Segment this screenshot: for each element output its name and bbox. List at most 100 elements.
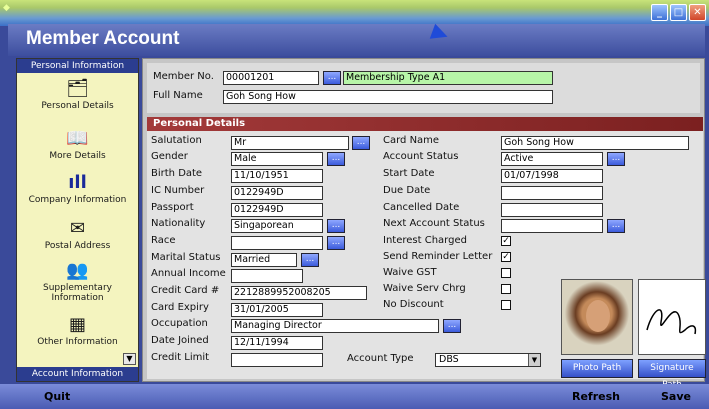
sidebar-header: Personal Information <box>17 59 138 73</box>
full-name-label: Full Name <box>153 90 203 101</box>
cancelled-date-field[interactable] <box>501 203 603 217</box>
next-account-status-label: Next Account Status <box>383 218 485 229</box>
interest-charged-checkbox[interactable]: ✓ <box>501 236 511 246</box>
nationality-field[interactable]: Singaporean <box>231 219 323 233</box>
sidebar-item-personal-details[interactable]: 🗂 Personal Details <box>17 78 138 112</box>
app-icon: ◆ <box>3 3 10 13</box>
main-panel: Member No. 00001201 ... Membership Type … <box>142 58 706 390</box>
date-joined-field[interactable]: 12/11/1994 <box>231 336 323 350</box>
id-card-icon: 🗂 <box>66 78 89 99</box>
salutation-lookup-button[interactable]: ... <box>352 136 370 150</box>
refresh-button[interactable]: Refresh <box>572 390 620 403</box>
start-date-field[interactable]: 01/07/1998 <box>501 169 603 183</box>
sidebar-item-label: Company Information <box>28 195 127 205</box>
account-type-label: Account Type <box>347 353 414 364</box>
sidebar-scroll-down-icon[interactable]: ▼ <box>123 353 136 365</box>
page-title: Member Account <box>26 28 180 49</box>
occupation-lookup-button[interactable]: ... <box>443 319 461 333</box>
occupation-label: Occupation <box>151 318 208 329</box>
nationality-lookup-button[interactable]: ... <box>327 219 345 233</box>
sidebar-item-supplementary-information[interactable]: 👥 Supplementary Information <box>17 260 138 304</box>
birth-date-field[interactable]: 11/10/1951 <box>231 169 323 183</box>
maximize-icon[interactable]: □ <box>670 4 687 21</box>
full-name-field[interactable]: Goh Song How <box>223 90 553 104</box>
sidebar-item-label: Other Information <box>37 337 118 347</box>
card-name-field[interactable]: Goh Song How <box>501 136 689 150</box>
close-icon[interactable]: ✕ <box>689 4 706 21</box>
waive-gst-label: Waive GST <box>383 267 437 278</box>
quit-button[interactable]: Quit <box>44 390 70 403</box>
member-signature <box>638 279 706 355</box>
credit-card-label: Credit Card # <box>151 285 220 296</box>
send-reminder-checkbox[interactable]: ✓ <box>501 252 511 262</box>
sidebar: Personal Information 🗂 Personal Details … <box>16 58 139 382</box>
card-expiry-field[interactable]: 31/01/2005 <box>231 303 323 317</box>
nationality-label: Nationality <box>151 218 206 229</box>
sidebar-item-more-details[interactable]: 📖 More Details <box>17 129 138 162</box>
save-button[interactable]: Save <box>661 390 691 403</box>
calculator-icon: ▦ <box>68 314 86 335</box>
account-status-label: Account Status <box>383 151 459 162</box>
minimize-icon[interactable]: _ <box>651 4 668 21</box>
gender-lookup-button[interactable]: ... <box>327 152 345 166</box>
race-lookup-button[interactable]: ... <box>327 236 345 250</box>
credit-card-field[interactable]: 2212889952008205 <box>231 286 367 300</box>
annual-income-label: Annual Income <box>151 268 226 279</box>
member-lookup-button[interactable]: ... <box>323 71 341 85</box>
sidebar-item-postal-address[interactable]: ✉ Postal Address <box>17 219 138 252</box>
no-discount-label: No Discount <box>383 299 444 310</box>
waive-serv-checkbox[interactable] <box>501 284 511 294</box>
bar-chart-icon: ıll <box>68 172 87 193</box>
personal-details-panel: Personal Details Salutation Mr ... Gende… <box>147 117 706 390</box>
sidebar-footer[interactable]: Account Information <box>17 367 138 381</box>
chevron-down-icon[interactable]: ▼ <box>528 354 540 366</box>
window-titlebar: ◆ _ □ ✕ <box>0 0 709 26</box>
ic-number-field[interactable]: 0122949D <box>231 186 323 200</box>
section-title: Personal Details <box>147 117 703 131</box>
credit-limit-label: Credit Limit <box>151 352 210 363</box>
footer-toolbar: Quit Refresh Save <box>0 384 709 409</box>
sidebar-item-label: Supplementary Information <box>43 283 112 303</box>
account-type-select[interactable]: DBS ▼ <box>435 353 541 367</box>
photo-path-button[interactable]: Photo Path <box>561 359 633 378</box>
passport-field[interactable]: 0122949D <box>231 203 323 217</box>
sidebar-item-label: Postal Address <box>44 241 111 251</box>
form-header: Member Account <box>8 23 705 56</box>
marital-status-lookup-button[interactable]: ... <box>301 253 319 267</box>
birth-date-label: Birth Date <box>151 168 203 179</box>
signature-path-button[interactable]: Signature Path <box>638 359 706 390</box>
salutation-field[interactable]: Mr <box>231 136 349 150</box>
member-no-field[interactable]: 00001201 <box>223 71 319 85</box>
waive-serv-label: Waive Serv Chrg <box>383 283 466 294</box>
account-status-field[interactable]: Active <box>501 152 603 166</box>
card-expiry-label: Card Expiry <box>151 302 209 313</box>
cursor-arrow-icon <box>429 23 451 45</box>
marital-status-field[interactable]: Married <box>231 253 297 267</box>
marital-status-label: Marital Status <box>151 252 221 263</box>
race-field[interactable] <box>231 236 323 250</box>
send-reminder-label: Send Reminder Letter <box>383 251 493 262</box>
date-joined-label: Date Joined <box>151 335 209 346</box>
salutation-label: Salutation <box>151 135 202 146</box>
gender-label: Gender <box>151 151 188 162</box>
waive-gst-checkbox[interactable] <box>501 268 511 278</box>
occupation-field[interactable]: Managing Director <box>231 319 439 333</box>
due-date-field[interactable] <box>501 186 603 200</box>
sidebar-item-label: More Details <box>49 151 106 161</box>
sidebar-item-other-information[interactable]: ▦ Other Information <box>17 314 138 348</box>
ic-number-label: IC Number <box>151 185 205 196</box>
next-account-status-field[interactable] <box>501 219 603 233</box>
people-icon: 👥 <box>66 260 89 281</box>
credit-limit-field[interactable] <box>231 353 323 367</box>
no-discount-checkbox[interactable] <box>501 300 511 310</box>
next-account-status-lookup-button[interactable]: ... <box>607 219 625 233</box>
race-label: Race <box>151 235 176 246</box>
passport-label: Passport <box>151 202 194 213</box>
sidebar-item-label: Personal Details <box>41 101 114 111</box>
gender-field[interactable]: Male <box>231 152 323 166</box>
sidebar-item-company-information[interactable]: ıll Company Information <box>17 172 138 206</box>
membership-type-field[interactable]: Membership Type A1 <box>343 71 553 85</box>
annual-income-field[interactable] <box>231 269 303 283</box>
account-status-lookup-button[interactable]: ... <box>607 152 625 166</box>
interest-charged-label: Interest Charged <box>383 235 467 246</box>
